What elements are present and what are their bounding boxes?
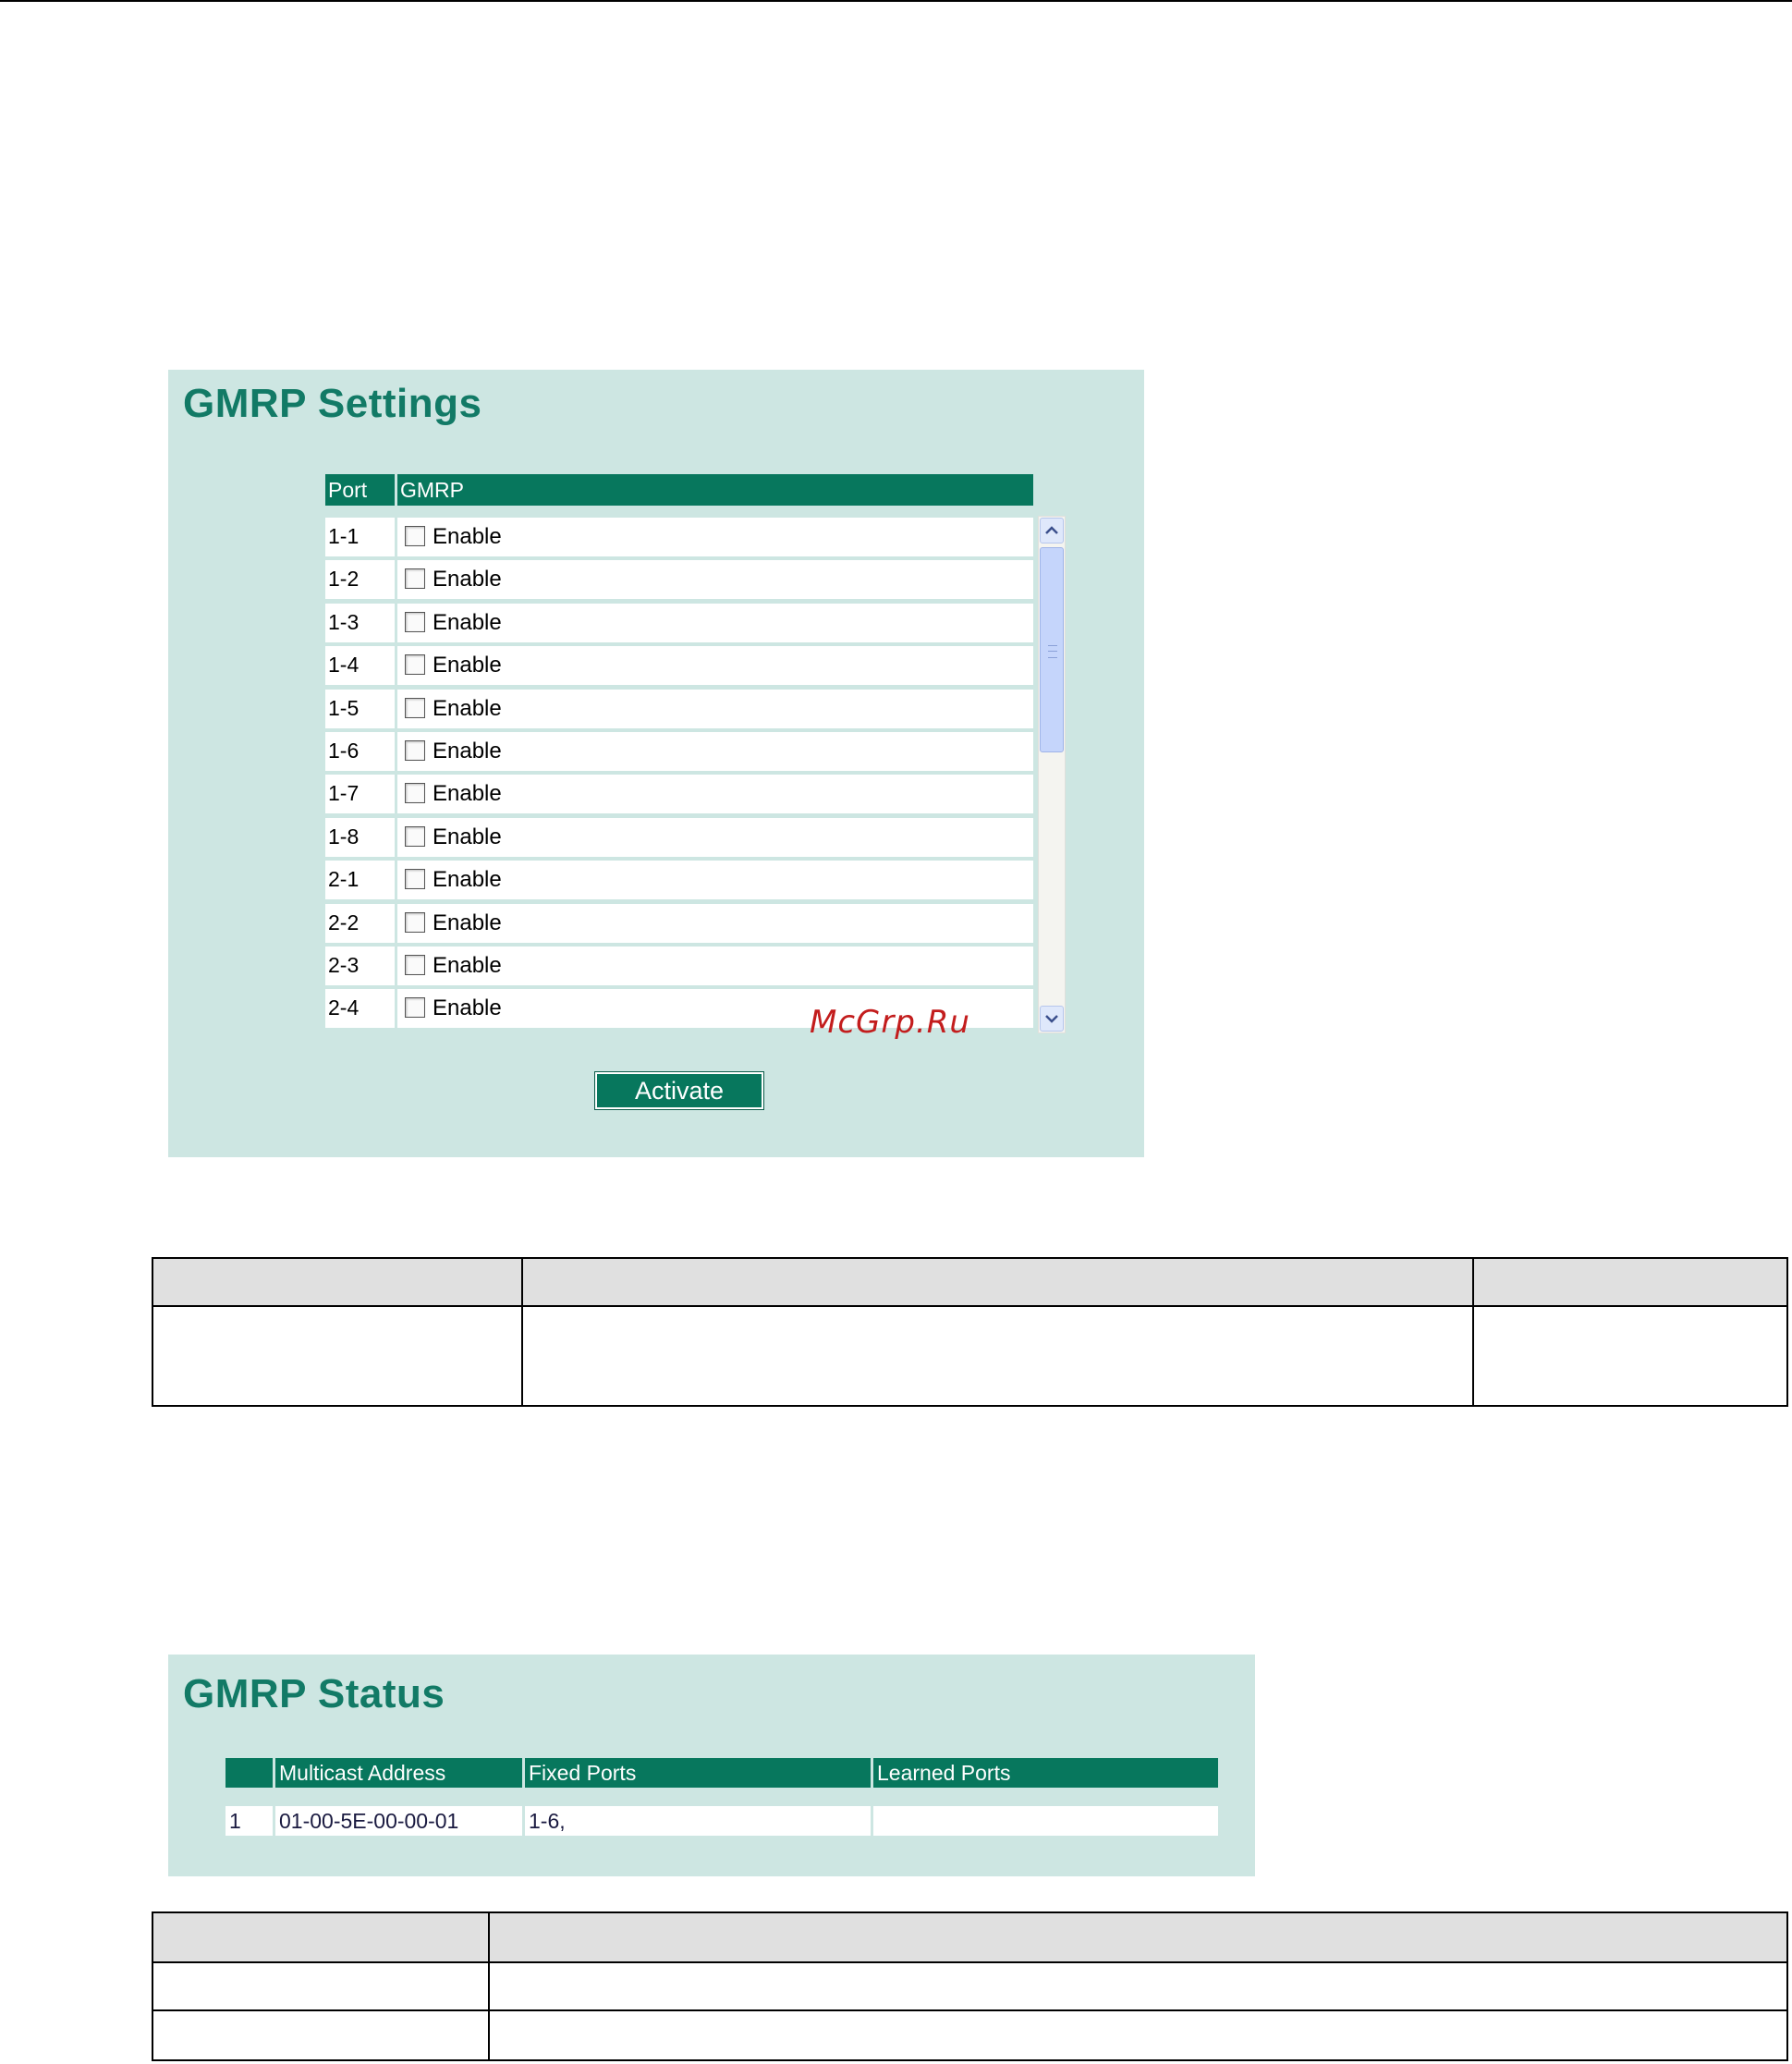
gmrp-enable-cell[interactable]: Enable	[397, 518, 1033, 556]
gmrp-enable-checkbox[interactable]	[405, 568, 425, 590]
gmrp-settings-panel: GMRP Settings Port GMRP 1-1 Enable 1-2 Enab…	[168, 370, 1144, 1157]
port-label: 1-5	[325, 689, 395, 728]
gmrp-enable-checkbox[interactable]	[405, 739, 425, 761]
row-index: 1	[226, 1806, 273, 1836]
settings-description-table	[152, 1257, 1788, 1407]
activate-button[interactable]: Activate	[594, 1071, 764, 1110]
port-label: 1-4	[325, 646, 395, 686]
port-label: 1-7	[325, 775, 395, 814]
gmrp-enable-cell[interactable]: Enable	[397, 731, 1033, 771]
port-row: 1-4 Enable	[325, 646, 1033, 686]
scroll-thumb[interactable]	[1040, 547, 1064, 752]
port-label: 2-1	[325, 861, 395, 900]
port-row: 1-8 Enable	[325, 817, 1033, 857]
port-label: 2-4	[325, 989, 395, 1029]
gmrp-enable-cell[interactable]: Enable	[397, 903, 1033, 943]
port-row: 1-3 Enable	[325, 603, 1033, 642]
enable-label[interactable]: Enable	[433, 610, 502, 636]
grip-icon	[1048, 645, 1057, 658]
gmrp-enable-cell[interactable]: Enable	[397, 817, 1033, 857]
gmrp-enable-checkbox[interactable]	[405, 825, 425, 847]
enable-label[interactable]: Enable	[433, 824, 502, 850]
gmrp-enable-checkbox[interactable]	[405, 911, 425, 933]
scroll-up-button[interactable]	[1040, 518, 1064, 543]
port-row: 2-2 Enable	[325, 903, 1033, 943]
enable-label[interactable]: Enable	[433, 567, 502, 592]
gmrp-enable-checkbox[interactable]	[405, 997, 425, 1019]
status-table-header: Multicast Address Fixed Ports Learned Po…	[226, 1758, 1218, 1788]
status-table: Multicast Address Fixed Ports Learned Po…	[226, 1758, 1218, 1836]
port-list-scrollbar[interactable]	[1038, 516, 1066, 1033]
column-header-port: Port	[325, 474, 395, 506]
row-multicast-address: 01-00-5E-00-00-01	[275, 1806, 522, 1836]
enable-label[interactable]: Enable	[433, 739, 502, 764]
enable-label[interactable]: Enable	[433, 696, 502, 722]
column-header-learned-ports: Learned Ports	[873, 1758, 1218, 1788]
column-header-gmrp: GMRP	[397, 474, 1033, 506]
gmrp-enable-checkbox[interactable]	[405, 611, 425, 632]
gmrp-enable-checkbox[interactable]	[405, 654, 425, 676]
gmrp-enable-checkbox[interactable]	[405, 869, 425, 890]
table-row: 1 01-00-5E-00-00-01 1-6,	[226, 1806, 1218, 1836]
port-label: 2-2	[325, 903, 395, 943]
port-row: 1-7 Enable	[325, 775, 1033, 814]
column-header-fixed-ports: Fixed Ports	[525, 1758, 871, 1788]
port-label: 1-1	[325, 518, 395, 556]
row-learned-ports	[873, 1806, 1218, 1836]
gmrp-enable-cell[interactable]: Enable	[397, 946, 1033, 985]
settings-table-header: Port GMRP	[325, 474, 1033, 506]
gmrp-enable-checkbox[interactable]	[405, 697, 425, 718]
port-label: 2-3	[325, 946, 395, 985]
enable-label[interactable]: Enable	[433, 953, 502, 979]
gmrp-enable-cell[interactable]: Enable	[397, 603, 1033, 642]
enable-label[interactable]: Enable	[433, 910, 502, 936]
gmrp-enable-checkbox[interactable]	[405, 526, 425, 546]
settings-title: GMRP Settings	[183, 381, 482, 426]
enable-label[interactable]: Enable	[433, 867, 502, 893]
gmrp-enable-checkbox[interactable]	[405, 783, 425, 804]
row-fixed-ports: 1-6,	[525, 1806, 871, 1836]
chevron-up-icon	[1045, 526, 1058, 534]
gmrp-enable-cell[interactable]: Enable	[397, 861, 1033, 900]
port-label: 1-2	[325, 560, 395, 600]
port-row: 1-5 Enable	[325, 689, 1033, 728]
gmrp-enable-cell[interactable]: Enable	[397, 689, 1033, 728]
column-header-index	[226, 1758, 273, 1788]
status-title: GMRP Status	[183, 1671, 445, 1716]
port-label: 1-6	[325, 731, 395, 771]
column-header-multicast-address: Multicast Address	[275, 1758, 522, 1788]
scroll-down-button[interactable]	[1040, 1006, 1064, 1032]
port-row: 1-2 Enable	[325, 560, 1033, 600]
port-label: 1-3	[325, 603, 395, 642]
enable-label[interactable]: Enable	[433, 524, 502, 550]
port-row: 2-1 Enable	[325, 861, 1033, 900]
port-row: 2-3 Enable	[325, 946, 1033, 985]
enable-label[interactable]: Enable	[433, 653, 502, 678]
gmrp-enable-cell[interactable]: Enable	[397, 775, 1033, 814]
port-label: 1-8	[325, 817, 395, 857]
page-top-rule	[0, 0, 1792, 2]
port-row: 1-1 Enable	[325, 518, 1033, 556]
gmrp-enable-checkbox[interactable]	[405, 954, 425, 975]
chevron-down-icon	[1045, 1015, 1058, 1023]
status-description-table	[152, 1911, 1788, 2061]
port-list[interactable]: 1-1 Enable 1-2 Enable 1-3 Enable 1-4 Enable 1-5 E…	[325, 518, 1033, 1037]
gmrp-enable-cell[interactable]: Enable	[397, 560, 1033, 600]
enable-label[interactable]: Enable	[433, 995, 502, 1021]
watermark-text: McGrp.Ru	[810, 1004, 970, 1041]
gmrp-status-panel: GMRP Status Multicast Address Fixed Port…	[168, 1655, 1255, 1876]
gmrp-enable-cell[interactable]: Enable	[397, 646, 1033, 686]
enable-label[interactable]: Enable	[433, 781, 502, 807]
port-row: 1-6 Enable	[325, 731, 1033, 771]
